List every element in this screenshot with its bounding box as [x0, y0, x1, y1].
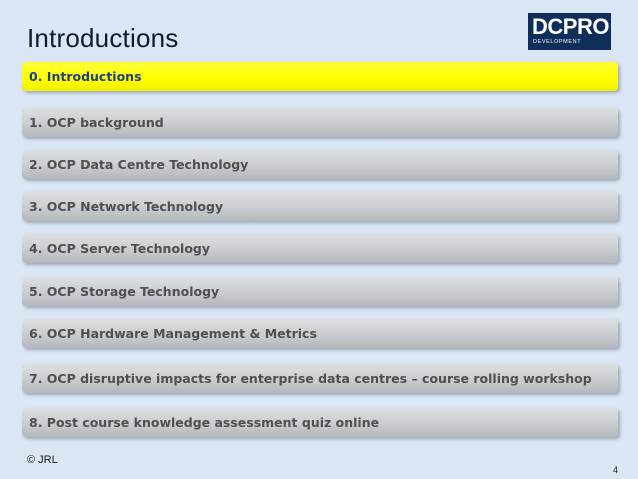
agenda-item-background: 1. OCP background	[22, 108, 618, 137]
agenda-item-server: 4. OCP Server Technology	[22, 234, 618, 263]
copyright-notice: © JRL	[27, 454, 58, 466]
logo-subtitle: DEVELOPMENT	[533, 39, 582, 45]
slide-title: Introductions	[27, 23, 179, 53]
logo-wordmark: DCPRO	[532, 14, 609, 39]
agenda-item-storage: 5. OCP Storage Technology	[22, 277, 618, 306]
slide: { "slide": { "title": "Introductions", "…	[0, 0, 638, 479]
agenda-item-introductions: 0. Introductions	[22, 62, 618, 91]
page-number: 4	[613, 465, 619, 475]
agenda-item-disruptive-impacts: 7. OCP disruptive impacts for enterprise…	[22, 364, 618, 393]
agenda-item-data-centre: 2. OCP Data Centre Technology	[22, 150, 618, 179]
agenda-item-hardware-management: 6. OCP Hardware Management & Metrics	[22, 319, 618, 348]
dcpro-logo: DCPRO DEVELOPMENT	[528, 13, 611, 50]
agenda-item-network: 3. OCP Network Technology	[22, 192, 618, 221]
agenda-item-assessment-quiz: 8. Post course knowledge assessment quiz…	[22, 408, 618, 437]
